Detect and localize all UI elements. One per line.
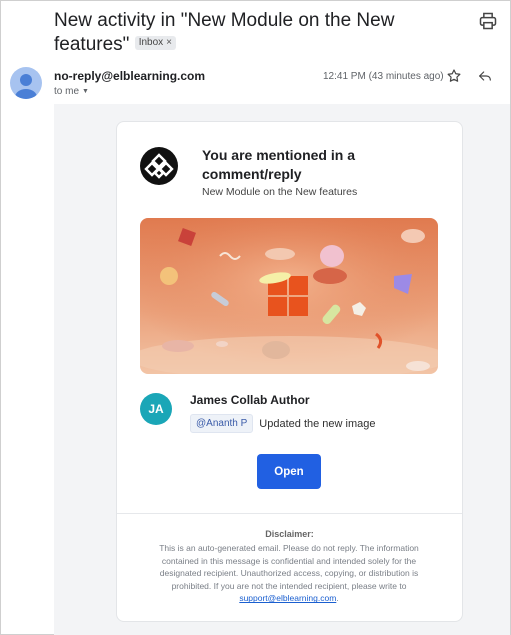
notification-title: You are mentioned in a comment/reply [202,147,355,182]
person-avatar-icon [15,74,37,99]
print-icon[interactable] [478,11,498,31]
subject-text: New activity in "New Module on the New f… [54,10,395,55]
recipient-text: to me [54,86,80,97]
card-divider [117,513,462,514]
module-name: New Module on the New features [202,186,358,198]
mention-tag[interactable]: @Ananth P [190,414,254,433]
chevron-down-icon: ▼ [82,88,89,95]
email-subject: New activity in "New Module on the New f… [54,9,454,57]
support-email-link[interactable]: support@elblearning.com [239,593,336,603]
open-button[interactable]: Open [257,454,321,489]
disclaimer-text: This is an auto-generated email. Please … [140,542,438,605]
comment-row: @Ananth P Updated the new image [190,414,375,433]
star-icon[interactable] [446,68,462,84]
reply-icon[interactable] [477,68,493,84]
disclaimer-title: Disclaimer: [265,529,314,539]
author-name: James Collab Author [190,393,310,407]
inbox-label-chip[interactable]: Inbox × [134,35,176,50]
inbox-label-text: Inbox [138,36,164,48]
sender-address[interactable]: no-reply@elblearning.com [54,69,205,83]
hero-image [140,218,438,374]
author-avatar: JA [140,393,172,425]
recipient-details-toggle[interactable]: to me ▼ [54,86,89,97]
email-timestamp: 12:41 PM (43 minutes ago) [323,71,444,82]
disclaimer-body: This is an auto-generated email. Please … [159,543,419,591]
remove-label-icon[interactable]: × [166,36,172,50]
elb-logo-icon [140,147,178,185]
sender-avatar[interactable] [10,67,42,99]
disclaimer-end: . [336,593,339,604]
comment-text: Updated the new image [259,417,376,430]
